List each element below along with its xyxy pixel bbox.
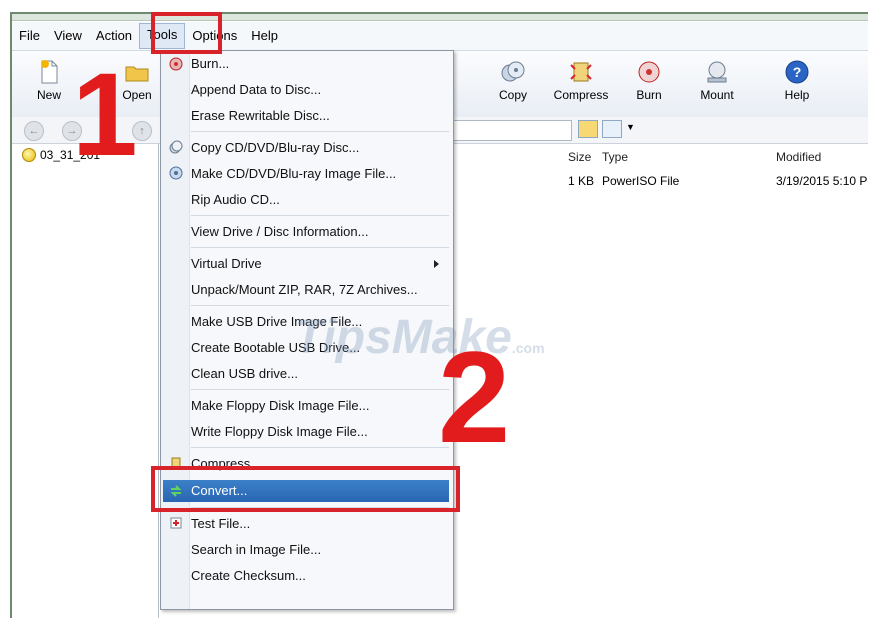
compress-icon (570, 62, 592, 82)
menu-separator (191, 305, 449, 306)
menu-help[interactable]: Help (244, 24, 285, 48)
test-file-icon (170, 517, 182, 529)
burn-icon (169, 57, 183, 71)
folder-tree: 03_31_201 (12, 144, 159, 618)
virtual-drive-label: Virtual Drive (191, 256, 262, 271)
convert-highlight-box (151, 466, 460, 512)
submenu-arrow-icon (434, 260, 439, 268)
copy-disc-icon (169, 140, 183, 154)
column-header-modified[interactable]: Modified (776, 150, 821, 164)
menu-item-floppy-make[interactable]: Make Floppy Disk Image File... (191, 395, 449, 417)
make-image-icon (169, 166, 183, 180)
copy-button[interactable]: Copy (484, 57, 542, 113)
help-button[interactable]: ? Help (768, 57, 826, 113)
menu-item-make-image[interactable]: Make CD/DVD/Blu-ray Image File... (191, 163, 449, 185)
menu-item-search[interactable]: Search in Image File... (191, 539, 449, 561)
menu-separator (191, 131, 449, 132)
file-size: 1 KB (568, 174, 595, 188)
menu-separator (191, 215, 449, 216)
menu-view[interactable]: View (47, 24, 89, 48)
new-file-icon (41, 60, 58, 84)
menu-item-test[interactable]: Test File... (191, 513, 449, 535)
menu-item-burn[interactable]: Burn... (191, 53, 449, 75)
menu-separator (191, 447, 449, 448)
column-header-type[interactable]: Type (602, 150, 628, 164)
burn-disc-icon (638, 61, 660, 83)
copy-disc-icon (501, 61, 525, 82)
mount-button[interactable]: Mount (688, 57, 746, 113)
column-header-size[interactable]: Size (568, 150, 591, 164)
menu-item-copy-disc[interactable]: Copy CD/DVD/Blu-ray Disc... (191, 137, 449, 159)
menu-separator (191, 247, 449, 248)
tools-highlight-box (151, 12, 222, 54)
view-buttons: ▼ (574, 119, 642, 141)
folder-view-icon[interactable] (578, 120, 598, 138)
menu-item-clean-usb[interactable]: Clean USB drive... (191, 363, 449, 385)
menu-action[interactable]: Action (89, 24, 139, 48)
compress-button[interactable]: Compress (552, 57, 610, 113)
menu-separator (191, 389, 449, 390)
step-1-label: 1 (72, 49, 138, 181)
chevron-down-icon[interactable]: ▼ (626, 122, 635, 132)
disc-image-icon (22, 148, 36, 162)
menu-item-floppy-write[interactable]: Write Floppy Disk Image File... (191, 421, 449, 443)
menu-item-erase[interactable]: Erase Rewritable Disc... (191, 105, 449, 127)
path-box[interactable] (452, 120, 572, 141)
help-icon: ? (785, 60, 809, 84)
file-type: PowerISO File (602, 174, 680, 188)
menu-item-view-info[interactable]: View Drive / Disc Information... (191, 221, 449, 243)
step-2-label: 2 (438, 324, 511, 470)
svg-text:?: ? (793, 64, 802, 80)
window-top-strip (12, 14, 868, 21)
menu-item-virtual-drive[interactable]: Virtual Drive (191, 253, 449, 275)
menu-file[interactable]: File (12, 24, 47, 48)
menu-item-rip[interactable]: Rip Audio CD... (191, 189, 449, 211)
view-mode-icon[interactable] (602, 120, 622, 138)
app-window: File View Action Tools Options Help New … (10, 12, 868, 618)
file-modified: 3/19/2015 5:10 P (776, 174, 868, 188)
menu-item-unpack[interactable]: Unpack/Mount ZIP, RAR, 7Z Archives... (191, 279, 449, 301)
menubar: File View Action Tools Options Help (12, 22, 868, 50)
back-icon[interactable]: ← (24, 121, 44, 141)
menu-item-append[interactable]: Append Data to Disc... (191, 79, 449, 101)
menu-item-checksum[interactable]: Create Checksum... (191, 565, 449, 587)
mount-drive-icon (707, 61, 727, 83)
new-button[interactable]: New (20, 57, 78, 113)
burn-button[interactable]: Burn (620, 57, 678, 113)
